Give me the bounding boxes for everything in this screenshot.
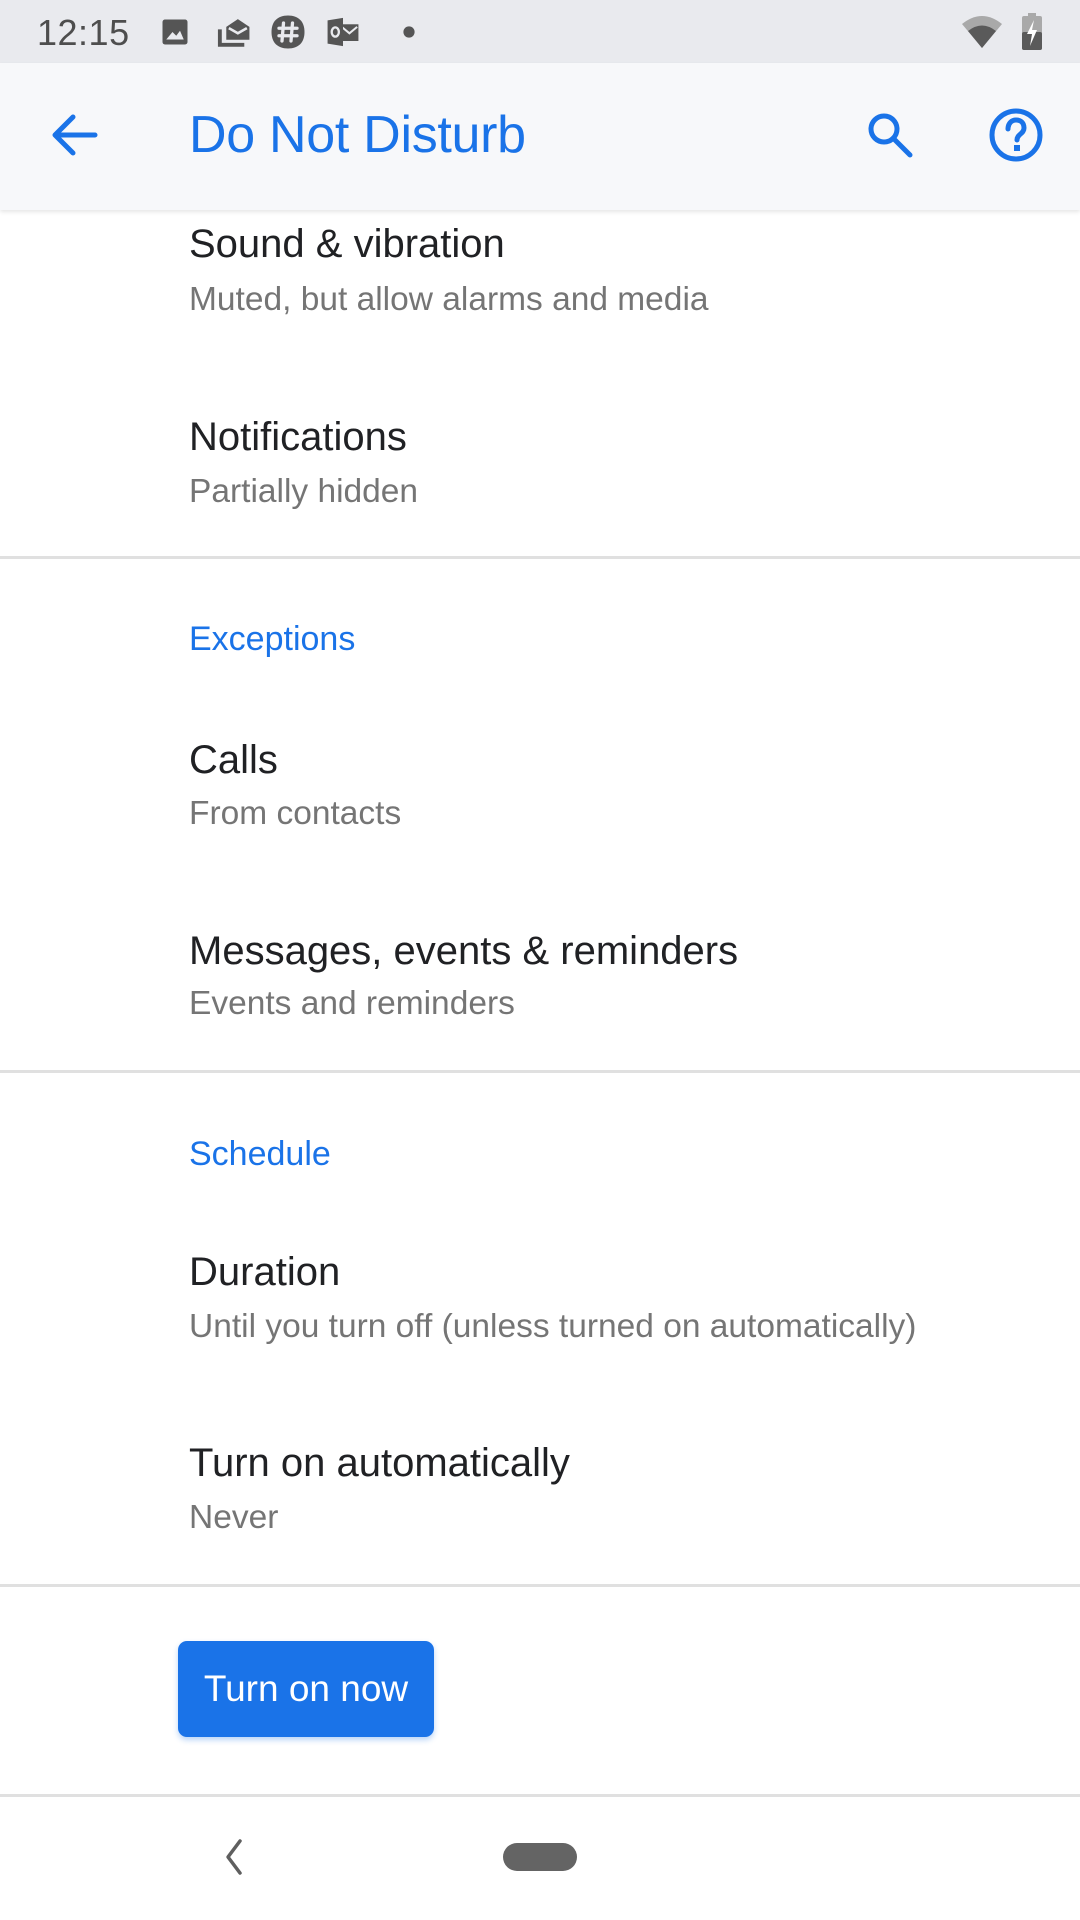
- page-title: Do Not Disturb: [189, 106, 526, 164]
- pref-duration[interactable]: Duration Until you turn off (unless turn…: [0, 1215, 1080, 1405]
- section-divider: [0, 556, 1080, 559]
- pref-summary: Events and reminders: [189, 985, 515, 1022]
- slack-icon: [270, 14, 306, 50]
- help-button[interactable]: [981, 100, 1051, 170]
- pref-title: Messages, events & reminders: [189, 929, 739, 973]
- help-icon: [989, 108, 1043, 162]
- pref-messages-events-reminders[interactable]: Messages, events & reminders Events and …: [0, 890, 1080, 1070]
- status-bar: 12:15: [0, 0, 1080, 63]
- pref-notifications[interactable]: Notifications Partially hidden: [0, 360, 1080, 555]
- pref-title: Calls: [189, 738, 278, 782]
- app-bar: Do Not Disturb: [0, 63, 1080, 210]
- pref-title: Notifications: [189, 415, 407, 459]
- pref-summary: Never: [189, 1499, 279, 1536]
- pref-sound-vibration[interactable]: Sound & vibration Muted, but allow alarm…: [0, 210, 1080, 360]
- image-icon: [160, 14, 190, 50]
- pref-title: Duration: [189, 1250, 341, 1294]
- pref-title: Turn on automatically: [189, 1441, 570, 1485]
- chevron-left-icon: [226, 1839, 242, 1875]
- section-divider: [0, 1070, 1080, 1073]
- mail-stack-icon: [216, 14, 252, 50]
- status-time: 12:15: [37, 12, 130, 53]
- category-exceptions: Exceptions: [189, 620, 356, 658]
- arrow-back-icon: [52, 114, 98, 156]
- pref-turn-on-automatically[interactable]: Turn on automatically Never: [0, 1405, 1080, 1585]
- search-button[interactable]: [855, 100, 925, 170]
- turn-on-now-button[interactable]: Turn on now: [178, 1641, 434, 1737]
- pref-summary: Until you turn off (unless turned on aut…: [189, 1308, 917, 1345]
- nav-home-pill[interactable]: [503, 1843, 577, 1871]
- battery-charging-icon: [1020, 13, 1044, 50]
- pref-title: Sound & vibration: [189, 222, 505, 266]
- pref-summary: Partially hidden: [189, 473, 419, 510]
- nav-divider: [0, 1794, 1080, 1797]
- pref-calls[interactable]: Calls From contacts: [0, 700, 1080, 890]
- outlook-icon: [325, 14, 361, 50]
- nav-bar: [0, 1794, 1080, 1920]
- back-button[interactable]: [40, 100, 110, 170]
- section-divider: [0, 1584, 1080, 1587]
- search-icon: [868, 113, 913, 158]
- wifi-icon: [960, 14, 1004, 50]
- nav-back-button[interactable]: [206, 1827, 262, 1887]
- more-dot-icon: [402, 14, 416, 50]
- pref-summary: Muted, but allow alarms and media: [189, 281, 709, 318]
- category-schedule: Schedule: [189, 1135, 331, 1173]
- pref-summary: From contacts: [189, 795, 402, 832]
